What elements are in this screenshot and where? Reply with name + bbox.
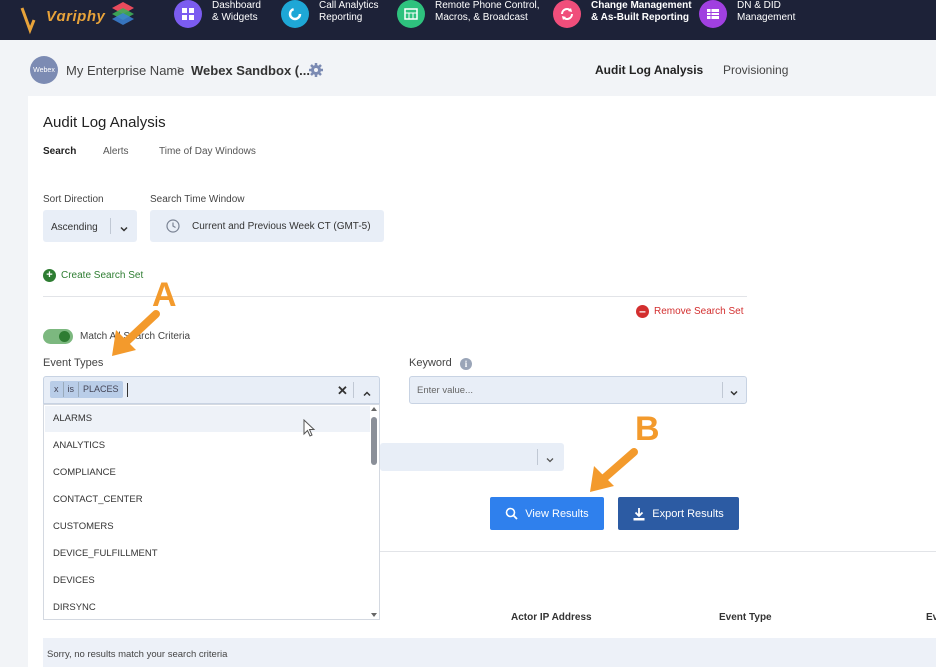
divider: [537, 449, 538, 465]
phone-grid-icon: [397, 0, 425, 28]
list-icon: [699, 0, 727, 28]
nav-remote-phone-control[interactable]: Remote Phone Control, Macros, & Broadcast: [397, 0, 540, 40]
annotation-label-b: B: [635, 410, 660, 448]
grid-icon: [174, 0, 202, 28]
option-item[interactable]: COMPLIANCE: [53, 467, 116, 478]
tab-alerts[interactable]: Alerts: [103, 146, 129, 157]
breadcrumb-enterprise[interactable]: My Enterprise Name: [66, 63, 184, 78]
option-item[interactable]: DEVICE_FULFILLMENT: [53, 548, 158, 559]
remove-search-set-link[interactable]: Remove Search Set: [654, 306, 744, 317]
filter-chip[interactable]: x is PLACES: [50, 381, 123, 398]
download-icon: [633, 507, 645, 520]
column-header-truncated[interactable]: Ev: [926, 612, 936, 623]
avatar[interactable]: Webex: [30, 56, 58, 84]
nav-label: Dashboard & Widgets: [212, 0, 261, 23]
top-nav-bar: Vɑriphy Dashboard & Widgets Call Analytic…: [0, 0, 936, 40]
event-types-dropdown: ALARMS ANALYTICS COMPLIANCE CONTACT_CENT…: [43, 404, 380, 620]
divider: [43, 296, 747, 297]
sort-direction-label: Sort Direction: [43, 194, 104, 205]
chevron-down-icon[interactable]: [729, 385, 739, 396]
breadcrumb-separator: >: [177, 63, 185, 77]
annotation-arrow-b: [590, 448, 638, 492]
breadcrumb-site[interactable]: Webex Sandbox (...: [191, 63, 310, 78]
empty-results-message: Sorry, no results match your search crit…: [47, 649, 228, 660]
refresh-circle-icon: [281, 0, 309, 28]
annotation-arrow-a: [112, 310, 160, 356]
export-results-label: Export Results: [652, 507, 724, 520]
view-results-button[interactable]: View Results: [490, 497, 604, 530]
logo-text: Vɑriphy: [46, 8, 106, 25]
column-header-actor-ip[interactable]: Actor IP Address: [511, 612, 592, 623]
plus-circle-icon[interactable]: +: [43, 269, 56, 282]
divider: [353, 382, 354, 398]
option-item[interactable]: DEVICES: [53, 575, 95, 586]
variphy-logo[interactable]: Vɑriphy: [20, 2, 105, 36]
keyword-placeholder: Enter value...: [417, 385, 473, 396]
time-window-label: Search Time Window: [150, 194, 245, 205]
tab-time-of-day-windows[interactable]: Time of Day Windows: [159, 146, 256, 157]
tab-search[interactable]: Search: [43, 146, 76, 157]
option-item[interactable]: DIRSYNC: [53, 602, 96, 613]
column-header-event-type[interactable]: Event Type: [719, 612, 772, 623]
divider: [380, 551, 936, 552]
option-item[interactable]: CUSTOMERS: [53, 521, 114, 532]
event-types-label: Event Types: [43, 357, 104, 369]
text-caret: [127, 383, 128, 397]
clear-icon[interactable]: ✕: [337, 383, 348, 399]
page-title: Audit Log Analysis: [43, 114, 166, 131]
keyword-label: Keyword: [409, 357, 452, 369]
export-results-button[interactable]: Export Results: [618, 497, 739, 530]
nav-label: Change Management & As-Built Reporting: [591, 0, 692, 23]
search-icon: [505, 507, 518, 520]
toggle-knob: [59, 331, 70, 342]
option-item[interactable]: ALARMS: [53, 413, 92, 424]
chip-remove[interactable]: x: [50, 382, 64, 397]
nav-label: Call Analytics Reporting: [319, 0, 379, 23]
chevron-down-icon[interactable]: [545, 452, 555, 463]
nav-label: Remote Phone Control, Macros, & Broadcast: [435, 0, 540, 23]
sync-icon: [553, 0, 581, 28]
time-window-value: Current and Previous Week CT (GMT-5): [192, 221, 371, 232]
minus-circle-icon[interactable]: –: [636, 305, 649, 318]
divider: [722, 382, 723, 398]
divider: [110, 218, 111, 234]
layers-icon[interactable]: [110, 0, 136, 26]
clock-icon: [166, 219, 180, 233]
tab-audit-log-analysis[interactable]: Audit Log Analysis: [595, 63, 703, 77]
option-highlight: [45, 406, 370, 432]
nav-call-analytics[interactable]: Call Analytics Reporting: [281, 0, 378, 40]
chevron-down-icon[interactable]: [119, 221, 129, 232]
nav-dashboard-widgets[interactable]: Dashboard & Widgets: [174, 0, 261, 40]
gear-icon[interactable]: [308, 62, 324, 78]
mouse-cursor-icon: [303, 418, 317, 444]
nav-label: DN & DID Management: [737, 0, 796, 23]
tab-provisioning[interactable]: Provisioning: [723, 63, 788, 77]
scrollbar-thumb[interactable]: [371, 417, 377, 465]
chevron-up-icon[interactable]: [362, 386, 372, 397]
chip-value: PLACES: [83, 384, 119, 394]
view-results-label: View Results: [525, 507, 589, 520]
nav-change-management[interactable]: Change Management & As-Built Reporting: [553, 0, 692, 40]
info-icon[interactable]: i: [460, 358, 472, 370]
nav-dn-did-management[interactable]: DN & DID Management: [699, 0, 795, 40]
option-item[interactable]: ANALYTICS: [53, 440, 105, 451]
sort-direction-value: Ascending: [51, 222, 98, 233]
option-item[interactable]: CONTACT_CENTER: [53, 494, 143, 505]
chip-operator: is: [64, 382, 79, 397]
create-search-set-link[interactable]: Create Search Set: [61, 270, 143, 281]
